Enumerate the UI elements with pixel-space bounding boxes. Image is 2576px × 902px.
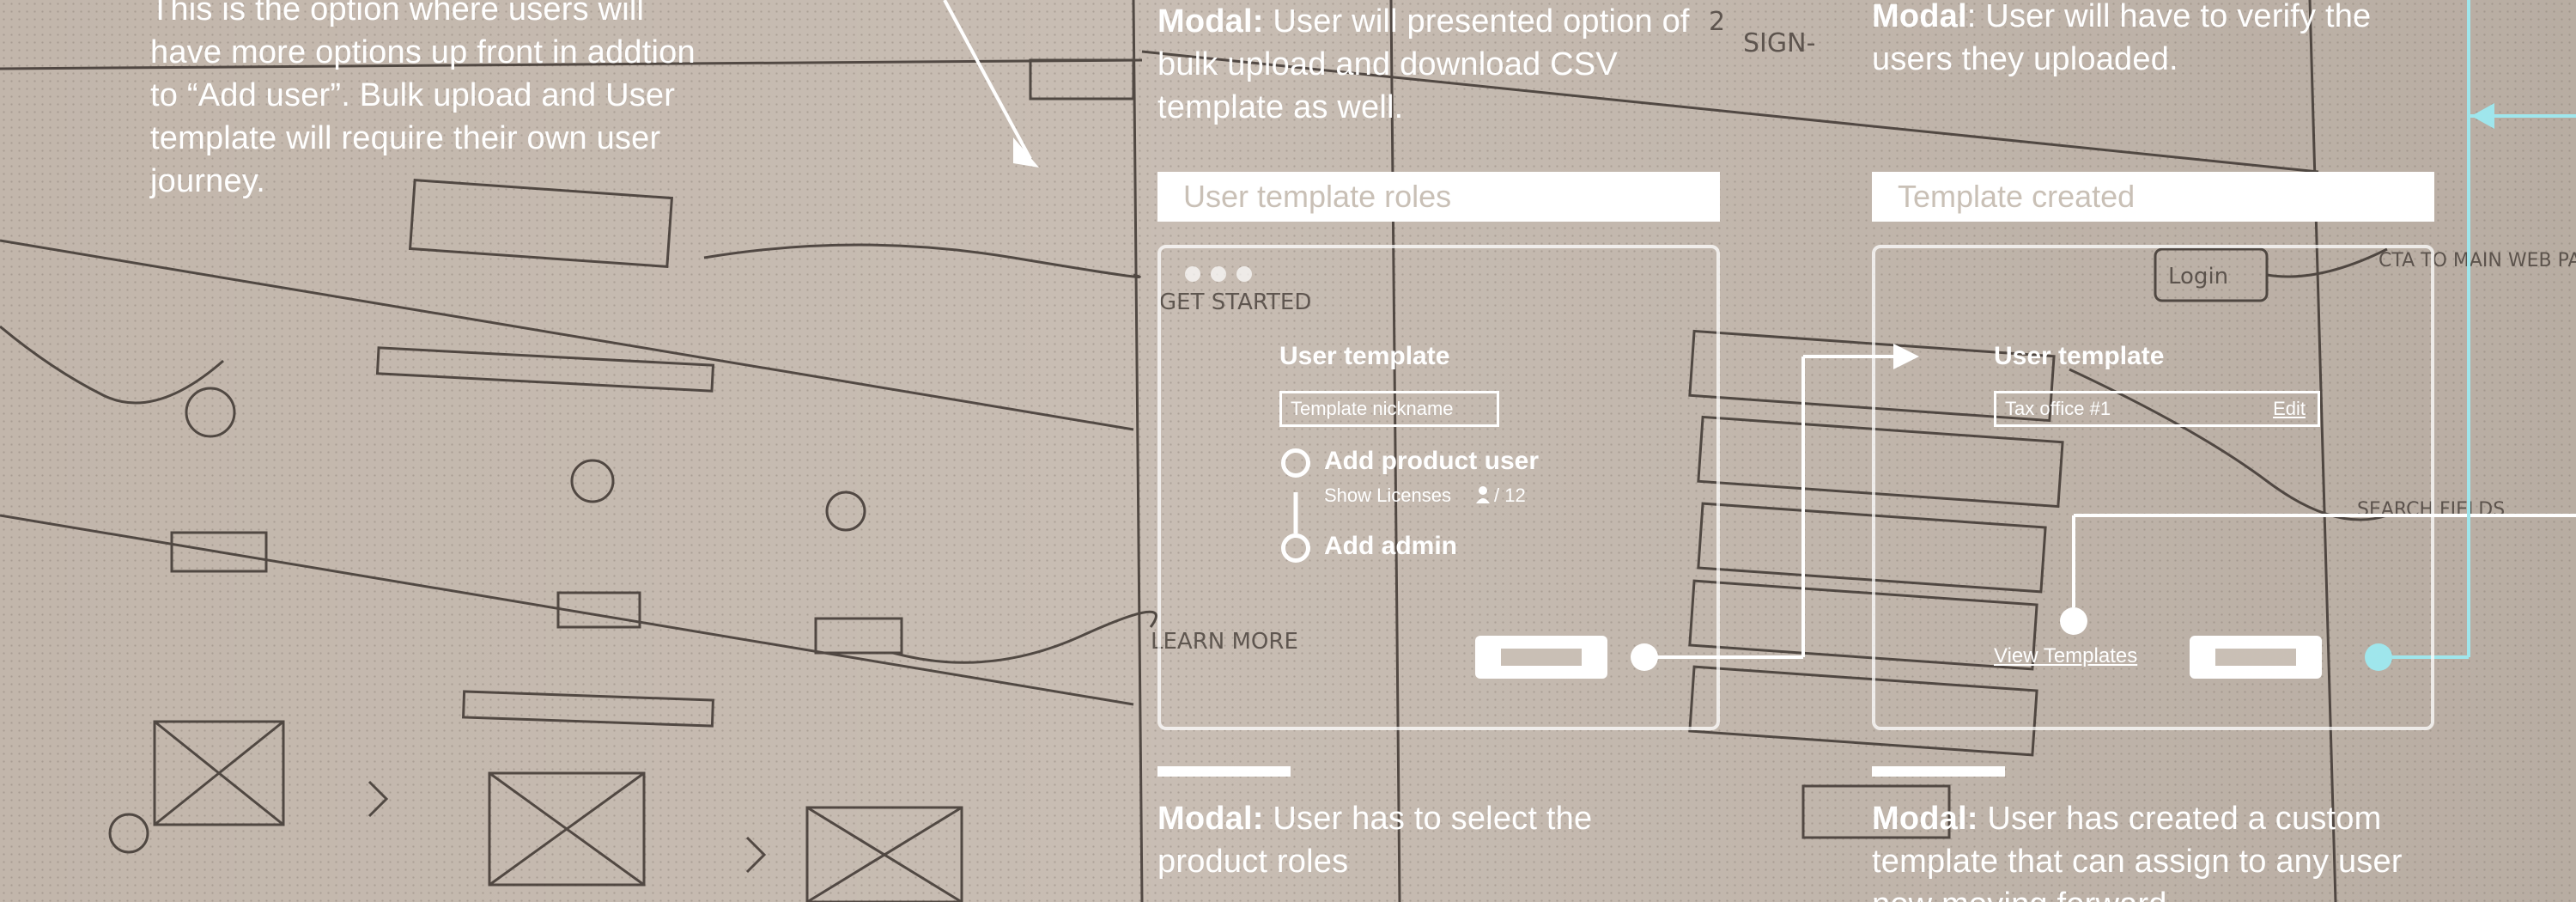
roles-divider <box>1157 766 1291 777</box>
accent-flow-arrowhead <box>2471 103 2494 129</box>
created-title-bar: Template created <box>1872 172 2434 222</box>
note-top-middle-bold: Modal: <box>1157 3 1264 40</box>
note-top-left: This is the option where users will have… <box>150 0 696 199</box>
step-add-product-user-label: Add product user <box>1324 447 1540 475</box>
step-radio-icon <box>1281 533 1310 563</box>
note-bottom-right-bold: Modal: <box>1872 801 1978 837</box>
template-name-value: Tax office #1 <box>2005 398 2111 419</box>
note-bottom-right: Modal: User has created a custom templat… <box>1872 797 2421 902</box>
user-icon <box>1476 486 1490 503</box>
view-templates-link[interactable]: View Templates <box>1994 644 2137 668</box>
note-top-right: Modal: User will have to verify the user… <box>1872 0 2421 81</box>
created-modal-title: User template <box>1994 342 2165 370</box>
created-divider <box>1872 766 2005 777</box>
roles-modal-title: User template <box>1279 342 1450 370</box>
note-pointer-arrow <box>943 0 1032 160</box>
roles-title-bar: User template roles <box>1157 172 1720 222</box>
note-bottom-middle: Modal: User has to select the product ro… <box>1157 797 1707 883</box>
note-pointer-arrowhead <box>1013 137 1039 168</box>
note-bottom-middle-bold: Modal: <box>1157 801 1264 837</box>
template-nickname-placeholder: Template nickname <box>1291 398 1454 419</box>
edit-link[interactable]: Edit <box>2273 393 2306 424</box>
window-dot <box>1211 266 1226 282</box>
note-top-right-bold: Modal <box>1872 0 1967 34</box>
license-count: / 12 <box>1494 485 1526 506</box>
step-add-admin-label: Add admin <box>1324 532 1457 560</box>
template-name-field[interactable]: Tax office #1 Edit <box>1994 391 2320 427</box>
note-top-middle: Modal: User will presented option of bul… <box>1157 0 1707 129</box>
step-radio-icon <box>1281 448 1310 478</box>
created-modal-frame <box>1872 245 2434 730</box>
show-licenses-link[interactable]: Show Licenses <box>1324 485 1451 507</box>
window-dot <box>1185 266 1200 282</box>
template-nickname-input[interactable]: Template nickname <box>1279 391 1499 427</box>
window-dot <box>1236 266 1252 282</box>
roles-continue-button[interactable] <box>1475 636 1607 679</box>
created-done-button[interactable] <box>2190 636 2322 679</box>
